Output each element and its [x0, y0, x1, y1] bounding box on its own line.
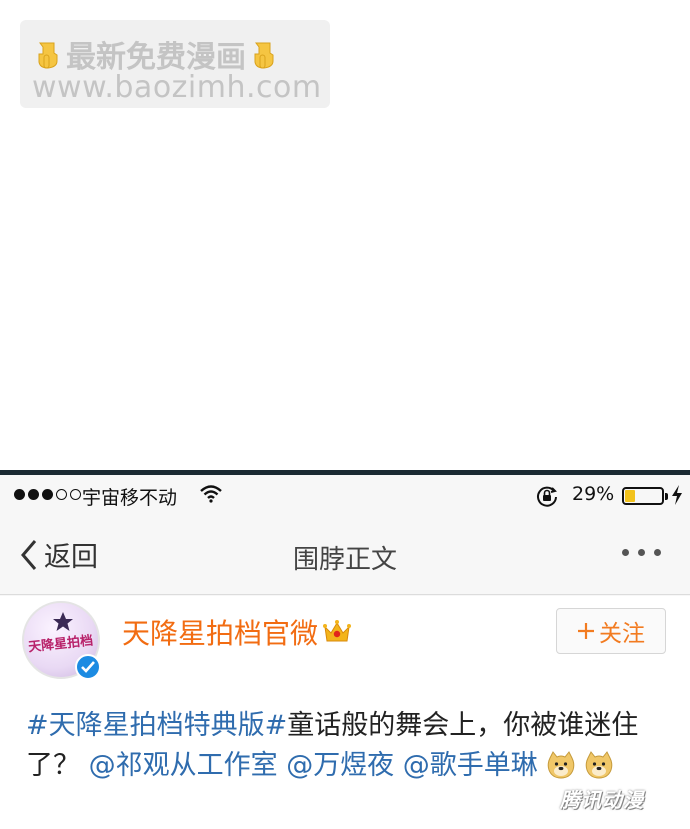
status-bar: 宇宙移不动 29% [0, 475, 690, 515]
doge-emoji-icon [546, 750, 576, 780]
verified-badge-icon [75, 654, 101, 680]
phone-screen: 宇宙移不动 29% 返回 围脖正文 天降星拍档 天降星拍档官微 关注 #天降星拍… [0, 470, 690, 829]
more-options-icon[interactable] [622, 549, 661, 556]
follow-button[interactable]: 关注 [556, 608, 666, 654]
username-text: 天降星拍档官微 [122, 617, 319, 650]
orientation-lock-icon [536, 485, 558, 512]
crown-icon [323, 620, 352, 642]
pointing-down-hand-icon [250, 39, 278, 69]
battery-icon [622, 487, 664, 505]
carrier-name: 宇宙移不动 [82, 487, 178, 509]
battery-level-fill [625, 490, 636, 502]
signal-strength-icon [14, 489, 81, 500]
mention-link[interactable]: @万煜夜 [286, 750, 394, 781]
battery-tip [665, 493, 668, 500]
site-watermark: 最新免费漫画 www.baozimh.com [20, 20, 330, 108]
pointing-down-hand-icon [34, 39, 62, 69]
mention-link[interactable]: @歌手单琳 [403, 750, 538, 781]
mention-link[interactable]: @祁观从工作室 [89, 750, 278, 781]
navigation-bar: 返回 围脖正文 [0, 515, 690, 595]
watermark-url: www.baozimh.com [32, 70, 322, 105]
doge-emoji-icon [584, 750, 614, 780]
wifi-icon [200, 485, 222, 508]
charging-bolt-icon [671, 485, 683, 510]
hashtag-link[interactable]: #天降星拍档特典版# [26, 710, 287, 741]
avatar[interactable]: 天降星拍档 [22, 601, 101, 680]
battery-percentage: 29% [572, 483, 615, 505]
post-content: #天降星拍档特典版#童话般的舞会上，你被谁迷住了？ @祁观从工作室 @万煜夜 @… [26, 706, 656, 786]
plus-icon [578, 623, 594, 639]
star-icon [53, 612, 73, 631]
page-title: 围脖正文 [292, 545, 397, 575]
follow-label: 关注 [599, 621, 645, 647]
tencent-comic-watermark: 腾讯动漫 [560, 788, 644, 812]
username[interactable]: 天降星拍档官微 [122, 612, 352, 652]
avatar-text: 天降星拍档 [27, 633, 94, 656]
